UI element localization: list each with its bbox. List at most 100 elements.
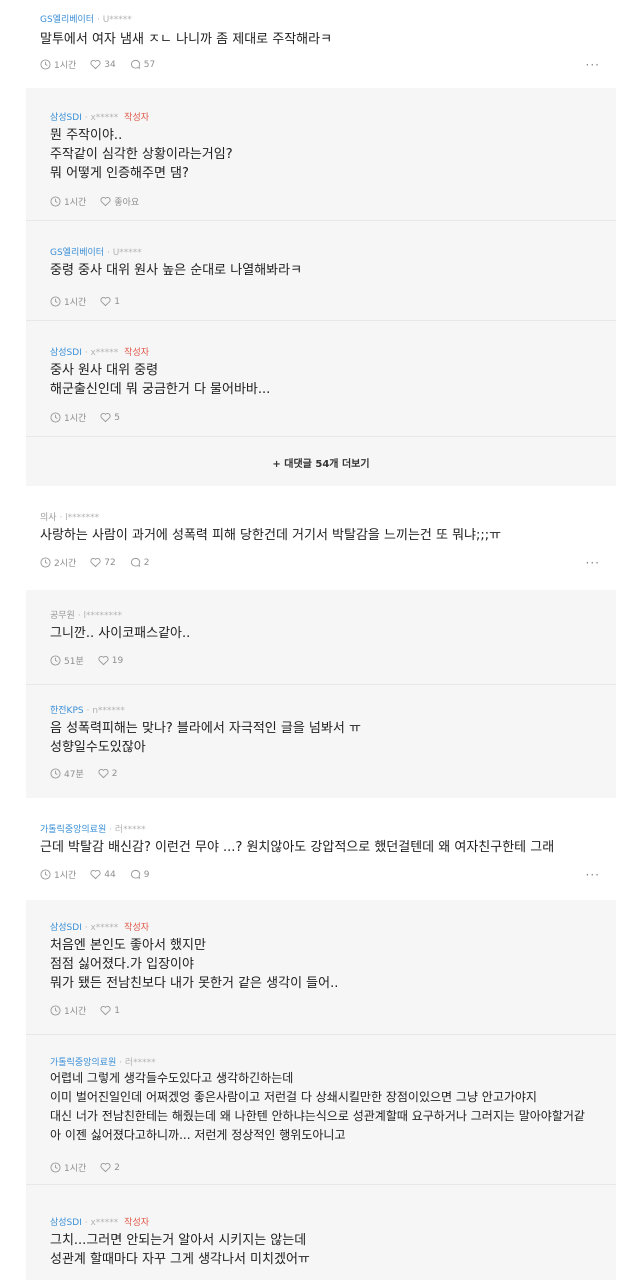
heart-icon	[100, 1005, 111, 1016]
time-stat: 1시간	[50, 411, 86, 424]
user-id: · x*****	[84, 1218, 119, 1228]
clock-icon	[50, 196, 61, 207]
reply-item: 한전KPS · n****** 음 성폭력피해는 맞나? 블라에서 자극적인 글…	[26, 684, 616, 798]
comment-meta: GS엘리베이터 · U*****	[40, 12, 132, 25]
heart-icon	[98, 768, 109, 779]
heart-icon	[100, 296, 111, 307]
company-name[interactable]: GS엘리베이터	[40, 15, 94, 25]
time-stat: 51분	[50, 654, 84, 667]
clock-icon	[40, 557, 51, 568]
comment-text: 근데 박탈감 배신감? 이런건 무야 ...? 원치않아도 강압적으로 했던걸텐…	[40, 840, 555, 855]
clock-icon	[50, 768, 61, 779]
like-button[interactable]: 19	[98, 655, 123, 666]
company-name[interactable]: 삼성SDI	[50, 348, 82, 358]
heart-icon	[90, 557, 101, 568]
reply-text: 중령 중사 대위 원사 높은 순대로 나열해봐라ㅋ	[50, 263, 303, 278]
reply-list: 삼성SDI · x***** 작성자 처음엔 본인도 좋아서 했지만 점점 싫어…	[26, 900, 616, 1280]
company-name[interactable]: 공무원	[50, 611, 75, 621]
reply-text: 뭔 주작이야.. 주작같이 심각한 상황이라는거임? 뭐 어떻게 인증해주면 댐…	[50, 128, 233, 181]
clock-icon	[40, 869, 51, 880]
reply-text: 처음엔 본인도 좋아서 했지만 점점 싫어졌다.가 입장이야 뭐가 됐든 전남친…	[50, 938, 339, 991]
time-stat: 1시간	[50, 295, 86, 308]
more-options-button[interactable]: ···	[586, 58, 600, 72]
time-stat: 2시간	[40, 556, 76, 569]
company-name[interactable]: 삼성SDI	[50, 113, 82, 123]
company-name[interactable]: 삼성SDI	[50, 923, 82, 933]
heart-icon	[100, 412, 111, 423]
comment-text: 말투에서 여자 냄새 ㅈㄴ 나니까 좀 제대로 주작해라ㅋ	[40, 32, 333, 47]
clock-icon	[50, 1162, 61, 1173]
company-name[interactable]: 가톨릭중앙의료원	[50, 1058, 116, 1068]
reply-item: 삼성SDI · x***** 작성자 중사 원사 대위 중령 해군출신인데 뭐 …	[26, 320, 616, 436]
company-name[interactable]: 삼성SDI	[50, 1218, 82, 1228]
reply-item: 공무원 · l******** 그니깐.. 사이코패스같아.. 51분 19	[26, 590, 616, 684]
company-name[interactable]: 한전KPS	[50, 706, 84, 716]
time-stat: 1시간	[50, 195, 86, 208]
reply-text: 음 성폭력피해는 맞나? 블라에서 자극적인 글을 넘봐서 ㅠ 성향일수도있잖아	[50, 721, 361, 755]
company-name[interactable]: GS엘리베이터	[50, 248, 104, 258]
comment-thread: GS엘리베이터 · U***** 말투에서 여자 냄새 ㅈㄴ 나니까 좀 제대로…	[0, 0, 640, 1280]
like-button[interactable]: 34	[90, 59, 116, 70]
author-badge: 작성자	[124, 1218, 150, 1228]
reply-list: 삼성SDI · x***** 작성자 뭔 주작이야.. 주작같이 심각한 상황이…	[26, 88, 616, 486]
time-stat: 1시간	[40, 58, 76, 71]
time-stat: 1시간	[50, 1161, 86, 1174]
company-name[interactable]: 가톨릭중앙의료원	[40, 825, 106, 835]
more-options-button[interactable]: ···	[586, 556, 600, 570]
heart-icon	[90, 59, 101, 70]
load-more-row: + 대댓글 54개 더보기	[26, 436, 616, 486]
comment-icon	[130, 557, 141, 567]
like-button[interactable]: 72	[90, 557, 116, 568]
like-button[interactable]: 44	[90, 869, 116, 880]
company-name[interactable]: 의사	[40, 513, 57, 523]
reply-button[interactable]: 9	[130, 869, 149, 880]
like-button[interactable]: 2	[98, 768, 117, 779]
user-id: · 러*****	[109, 825, 146, 835]
like-button[interactable]: 1	[100, 296, 120, 307]
reply-button[interactable]: 57	[130, 59, 155, 70]
reply-text: 어렵네 그렇게 생각들수도있다고 생각하긴하는데 이미 벌어진일인데 어쩌겠엉 …	[50, 1071, 585, 1142]
user-id: · x*****	[84, 348, 119, 358]
comment-icon	[130, 869, 141, 879]
reply-button[interactable]: 2	[130, 557, 149, 568]
reply-text: 그치...그러면 안되는거 알아서 시키지는 않는데 성관계 할때마다 자꾸 그…	[50, 1233, 310, 1267]
comment-text: 사랑하는 사람이 과거에 성폭력 피해 당한건데 거기서 박탈감을 느끼는건 또…	[40, 528, 502, 543]
comment-item: 의사 · l******* 사랑하는 사람이 과거에 성폭력 피해 당한건데 거…	[0, 496, 640, 582]
like-button[interactable]: 1	[100, 1005, 120, 1016]
heart-icon	[100, 196, 111, 207]
more-options-button[interactable]: ···	[586, 868, 600, 882]
reply-item: 가톨릭중앙의료원 · 러***** 어렵네 그렇게 생각들수도있다고 생각하긴하…	[26, 1034, 616, 1184]
reply-text: 중사 원사 대위 중령 해군출신인데 뭐 궁금한거 다 물어바바...	[50, 363, 271, 397]
like-button[interactable]: 좋아요	[100, 195, 139, 208]
user-id: · U*****	[106, 248, 142, 258]
user-id: · l********	[77, 611, 122, 621]
comment-item: GS엘리베이터 · U***** 말투에서 여자 냄새 ㅈㄴ 나니까 좀 제대로…	[0, 0, 640, 82]
user-id: · x*****	[84, 923, 119, 933]
clock-icon	[40, 59, 51, 70]
user-id: · 러*****	[119, 1058, 156, 1068]
heart-icon	[98, 655, 109, 666]
reply-list: 공무원 · l******** 그니깐.. 사이코패스같아.. 51분 19 한…	[26, 590, 616, 798]
clock-icon	[50, 655, 61, 666]
time-stat: 1시간	[50, 1004, 86, 1017]
user-id: · x*****	[84, 113, 119, 123]
clock-icon	[50, 412, 61, 423]
author-badge: 작성자	[124, 113, 150, 123]
user-id: · n******	[86, 706, 125, 716]
heart-icon	[100, 1162, 111, 1173]
clock-icon	[50, 296, 61, 307]
time-stat: 1시간	[40, 868, 76, 881]
comment-item: 가톨릭중앙의료원 · 러***** 근데 박탈감 배신감? 이런건 무야 ...…	[0, 810, 640, 894]
user-id: · l*******	[59, 513, 100, 523]
load-more-replies-button[interactable]: + 대댓글 54개 더보기	[26, 455, 616, 470]
reply-item: 삼성SDI · x***** 작성자 처음엔 본인도 좋아서 했지만 점점 싫어…	[26, 900, 616, 1034]
time-stat: 47분	[50, 767, 84, 780]
author-badge: 작성자	[124, 923, 150, 933]
like-button[interactable]: 2	[100, 1162, 120, 1173]
reply-text: 그니깐.. 사이코패스같아..	[50, 626, 191, 641]
author-badge: 작성자	[124, 348, 150, 358]
like-button[interactable]: 5	[100, 412, 120, 423]
clock-icon	[50, 1005, 61, 1016]
user-id: · U*****	[96, 15, 132, 25]
reply-item: GS엘리베이터 · U***** 중령 중사 대위 원사 높은 순대로 나열해봐…	[26, 220, 616, 320]
